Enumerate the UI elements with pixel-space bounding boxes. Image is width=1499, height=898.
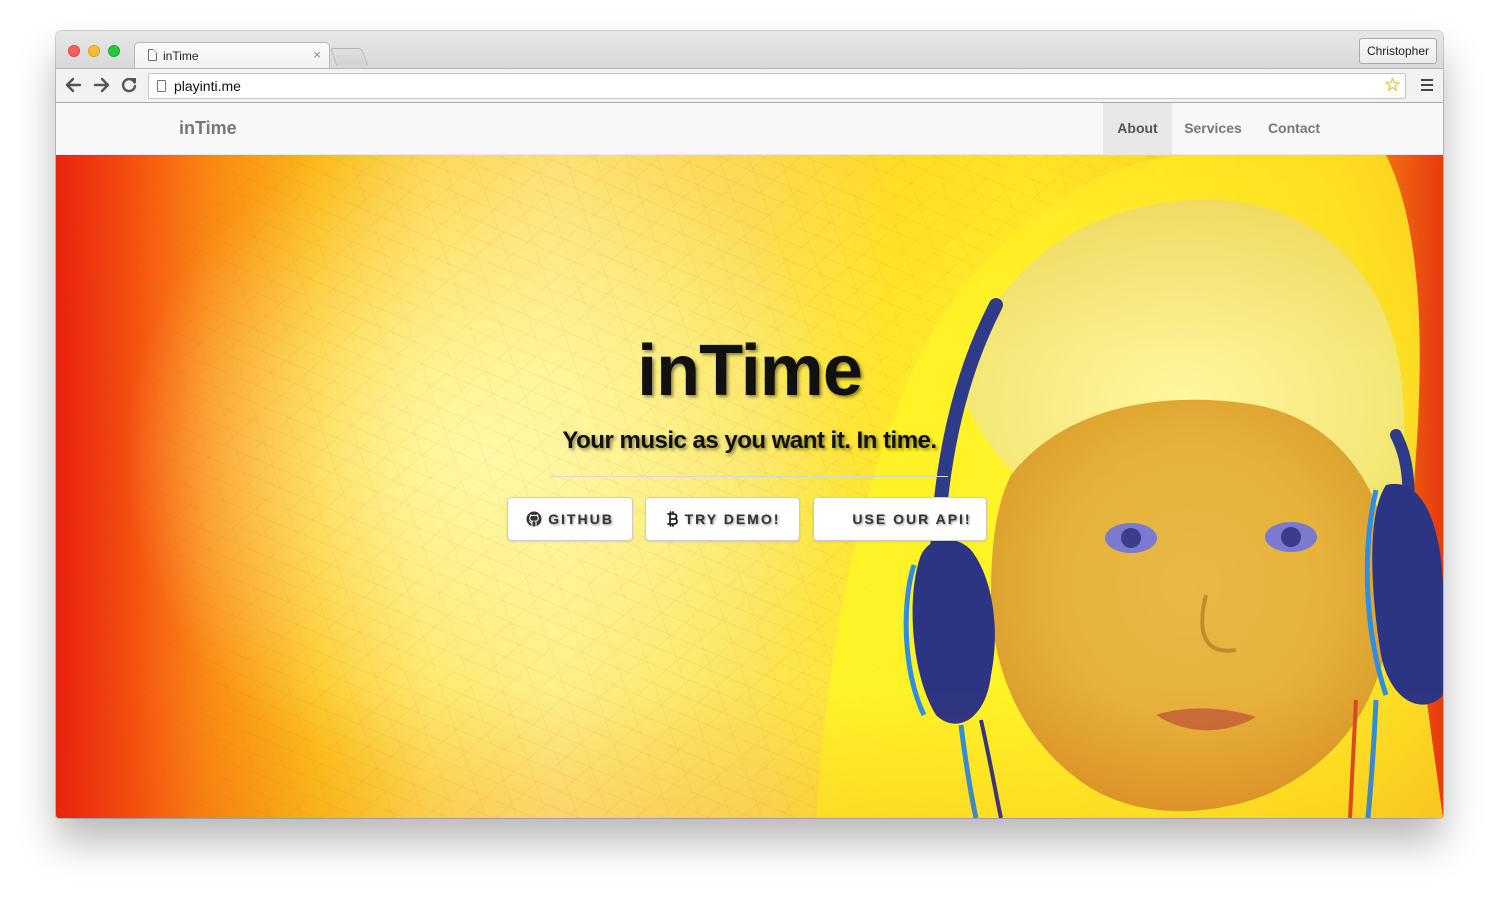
page-icon [148, 49, 157, 61]
close-window-button[interactable] [68, 45, 80, 57]
tab-title: inTime [163, 49, 199, 63]
nav-services[interactable]: Services [1172, 103, 1254, 154]
arrow-right-icon [93, 77, 110, 93]
new-tab-button[interactable] [329, 48, 369, 65]
try-demo-button-label: TRY DEMO! [684, 511, 781, 527]
minimize-window-button[interactable] [88, 45, 100, 57]
reload-button[interactable] [118, 74, 140, 96]
star-icon[interactable]: ☆ [1384, 75, 1401, 97]
back-button[interactable] [63, 74, 85, 96]
hamburger-menu-icon[interactable] [1421, 79, 1433, 94]
tab-close-icon[interactable]: × [313, 47, 321, 62]
nav-about[interactable]: About [1103, 103, 1172, 154]
arrow-left-icon [65, 77, 82, 93]
hero-subtitle: Your music as you want it. In time. [562, 427, 937, 454]
site-navbar: inTime About Services Contact [56, 103, 1443, 155]
address-bar[interactable]: ☆ [148, 73, 1406, 99]
nav-contact[interactable]: Contact [1254, 103, 1334, 154]
browser-tab[interactable]: inTime × [134, 42, 330, 69]
browser-toolbar: ☆ [56, 68, 1443, 103]
hero-divider [550, 476, 948, 477]
profile-button[interactable]: Christopher [1358, 38, 1437, 64]
hero-title: inTime [637, 331, 863, 411]
url-input[interactable] [174, 77, 1354, 95]
browser-window: inTime × Christopher ☆ [56, 31, 1443, 818]
github-icon [526, 511, 542, 527]
github-button-label: GITHUB [548, 511, 614, 527]
try-demo-button[interactable]: TRY DEMO! [645, 497, 800, 541]
forward-button[interactable] [90, 74, 112, 96]
use-api-button[interactable]: USE OUR API! [813, 497, 987, 541]
tab-strip: inTime × Christopher [56, 31, 1443, 69]
site-brand[interactable]: inTime [179, 103, 237, 154]
bitcoin-icon [666, 510, 678, 527]
hero-section: inTime Your music as you want it. In tim… [56, 155, 1443, 818]
github-button[interactable]: GITHUB [507, 497, 633, 541]
zoom-window-button[interactable] [108, 45, 120, 57]
use-api-button-label: USE OUR API! [852, 511, 972, 527]
page-icon [157, 80, 166, 92]
reload-icon [121, 77, 137, 93]
